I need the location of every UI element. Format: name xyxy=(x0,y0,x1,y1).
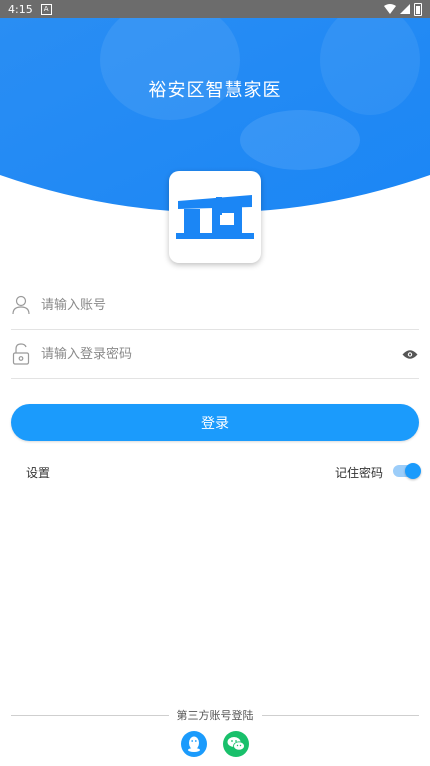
divider-line-left xyxy=(11,714,169,716)
signal-icon xyxy=(400,4,410,14)
third-party-divider: 第三方账号登陆 xyxy=(11,707,419,723)
qq-login-button[interactable] xyxy=(181,731,207,757)
password-input[interactable] xyxy=(39,345,401,363)
status-indicators xyxy=(384,2,422,16)
app-logo xyxy=(169,171,261,263)
toggle-knob xyxy=(405,463,421,479)
third-party-label: 第三方账号登陆 xyxy=(176,709,254,722)
house-logo-icon xyxy=(176,195,254,239)
wechat-login-button[interactable] xyxy=(223,731,249,757)
remember-password-toggle[interactable] xyxy=(393,463,421,479)
account-field xyxy=(11,281,419,330)
lock-icon xyxy=(11,343,31,365)
wechat-icon xyxy=(227,737,245,751)
settings-link[interactable]: 设置 xyxy=(26,464,50,481)
wifi-icon xyxy=(384,4,396,14)
divider-line-right xyxy=(261,714,419,716)
battery-icon xyxy=(414,2,422,16)
status-bar: 4:15 A xyxy=(0,0,430,18)
remember-password-label: 记住密码 xyxy=(334,466,383,480)
notification-icon: A xyxy=(40,3,52,15)
status-time: 4:15 xyxy=(8,2,33,16)
show-password-eye-icon[interactable] xyxy=(401,347,419,361)
password-field xyxy=(11,330,419,379)
user-icon xyxy=(11,294,31,316)
qq-icon xyxy=(188,736,200,752)
login-button[interactable]: 登录 xyxy=(11,404,419,441)
account-input[interactable] xyxy=(39,296,419,314)
app-title: 裕安区智慧家医 xyxy=(148,80,282,101)
